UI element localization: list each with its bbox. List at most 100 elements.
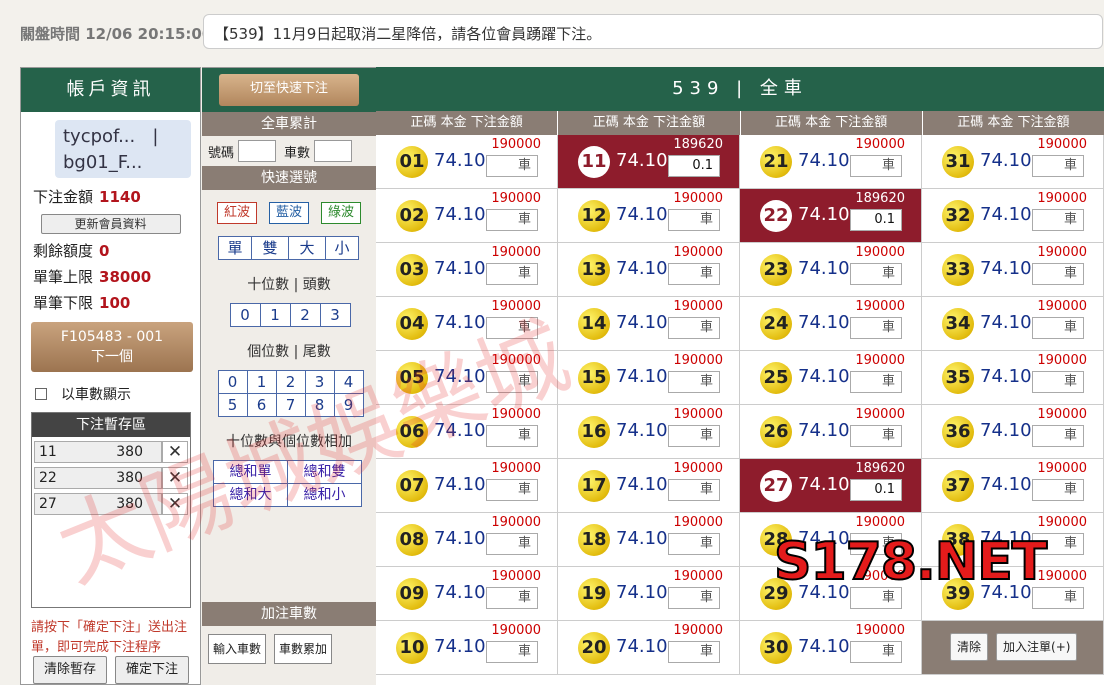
bet-amount-input[interactable]: 車 [850, 371, 902, 393]
number-ball[interactable]: 33 [942, 254, 974, 286]
bet-amount-input[interactable]: 車 [486, 425, 538, 447]
bet-amount-input[interactable]: 車 [850, 263, 902, 285]
number-cell-21[interactable]: 21 74.10 190000 車 [740, 135, 922, 189]
number-ball[interactable]: 26 [760, 416, 792, 448]
number-ball[interactable]: 09 [396, 578, 428, 610]
number-ball[interactable]: 16 [578, 416, 610, 448]
number-ball[interactable]: 37 [942, 470, 974, 502]
units-digit-button[interactable]: 0 [217, 370, 248, 394]
remove-icon[interactable]: ✕ [162, 493, 188, 515]
red-wave-button[interactable]: 紅波 [217, 202, 257, 224]
number-ball[interactable]: 04 [396, 308, 428, 340]
number-ball[interactable]: 27 [760, 470, 792, 502]
units-digit-button[interactable]: 5 [217, 393, 248, 417]
number-cell-16[interactable]: 16 74.10 190000 車 [558, 405, 740, 459]
number-ball[interactable]: 14 [578, 308, 610, 340]
bet-amount-input[interactable]: 車 [486, 533, 538, 555]
number-ball[interactable]: 25 [760, 362, 792, 394]
bet-amount-input[interactable]: 車 [1032, 371, 1084, 393]
bet-amount-input[interactable]: 車 [668, 641, 720, 663]
bet-amount-input[interactable]: 車 [1032, 155, 1084, 177]
number-ball[interactable]: 08 [396, 524, 428, 556]
number-cell-23[interactable]: 23 74.10 190000 車 [740, 243, 922, 297]
number-cell-11[interactable]: 11 74.10 189620 0.1 [558, 135, 740, 189]
bet-amount-input[interactable]: 車 [668, 587, 720, 609]
number-ball[interactable]: 36 [942, 416, 974, 448]
number-ball[interactable]: 05 [396, 362, 428, 394]
number-ball[interactable]: 03 [396, 254, 428, 286]
sum-small-button[interactable]: 總和小 [287, 483, 362, 507]
number-ball[interactable]: 30 [760, 632, 792, 664]
bet-amount-input[interactable]: 車 [1032, 479, 1084, 501]
number-ball[interactable]: 02 [396, 200, 428, 232]
bet-amount-input[interactable]: 車 [668, 263, 720, 285]
bet-amount-input[interactable]: 車 [1032, 425, 1084, 447]
number-ball[interactable]: 22 [760, 200, 792, 232]
number-cell-15[interactable]: 15 74.10 190000 車 [558, 351, 740, 405]
bet-amount-input[interactable]: 車 [668, 479, 720, 501]
number-ball[interactable]: 12 [578, 200, 610, 232]
count-input[interactable] [314, 140, 353, 162]
bet-amount-input[interactable]: 車 [668, 209, 720, 231]
confirm-bet-button[interactable]: 確定下注 [115, 656, 189, 684]
number-ball[interactable]: 24 [760, 308, 792, 340]
bet-amount-input[interactable]: 車 [668, 317, 720, 339]
remove-icon[interactable]: ✕ [162, 467, 188, 489]
number-cell-22[interactable]: 22 74.10 189620 0.1 [740, 189, 922, 243]
number-cell-13[interactable]: 13 74.10 190000 車 [558, 243, 740, 297]
bet-amount-input[interactable]: 車 [486, 371, 538, 393]
number-ball[interactable]: 31 [942, 146, 974, 178]
sum-even-button[interactable]: 總和雙 [287, 460, 362, 484]
bet-amount-input[interactable]: 車 [486, 155, 538, 177]
number-ball[interactable]: 01 [396, 146, 428, 178]
refresh-member-button[interactable]: 更新會員資料 [40, 214, 181, 234]
clear-stash-button[interactable]: 清除暫存 [33, 656, 107, 684]
number-ball[interactable]: 06 [396, 416, 428, 448]
units-digit-button[interactable]: 4 [333, 370, 364, 394]
units-digit-button[interactable]: 9 [333, 393, 364, 417]
bet-amount-input[interactable]: 車 [486, 209, 538, 231]
units-digit-button[interactable]: 8 [304, 393, 335, 417]
number-cell-05[interactable]: 05 74.10 190000 車 [376, 351, 558, 405]
bet-amount-input[interactable]: 車 [1032, 317, 1084, 339]
number-cell-03[interactable]: 03 74.10 190000 車 [376, 243, 558, 297]
bet-amount-input[interactable]: 0.1 [850, 479, 902, 501]
number-ball[interactable]: 32 [942, 200, 974, 232]
number-cell-35[interactable]: 35 74.10 190000 車 [922, 351, 1104, 405]
switch-fast-bet-button[interactable]: 切至快速下注 [219, 74, 359, 106]
bet-amount-input[interactable]: 車 [1032, 263, 1084, 285]
number-cell-33[interactable]: 33 74.10 190000 車 [922, 243, 1104, 297]
units-digit-button[interactable]: 3 [304, 370, 335, 394]
number-ball[interactable]: 10 [396, 632, 428, 664]
bet-amount-input[interactable]: 車 [1032, 209, 1084, 231]
number-ball[interactable]: 15 [578, 362, 610, 394]
odd-button[interactable]: 單 [218, 236, 252, 260]
show-by-count-checkbox[interactable] [35, 388, 47, 400]
number-cell-06[interactable]: 06 74.10 190000 車 [376, 405, 558, 459]
number-cell-09[interactable]: 09 74.10 190000 車 [376, 567, 558, 621]
number-cell-02[interactable]: 02 74.10 190000 車 [376, 189, 558, 243]
bet-amount-input[interactable]: 車 [850, 641, 902, 663]
tens-digit-button[interactable]: 3 [319, 303, 351, 327]
clear-button[interactable]: 清除 [950, 633, 989, 661]
bet-amount-input[interactable]: 車 [850, 425, 902, 447]
units-digit-button[interactable]: 1 [246, 370, 277, 394]
sum-odd-button[interactable]: 總和單 [213, 460, 288, 484]
number-ball[interactable]: 18 [578, 524, 610, 556]
number-cell-36[interactable]: 36 74.10 190000 車 [922, 405, 1104, 459]
number-cell-10[interactable]: 10 74.10 190000 車 [376, 621, 558, 675]
number-cell-04[interactable]: 04 74.10 190000 車 [376, 297, 558, 351]
units-digit-button[interactable]: 2 [275, 370, 306, 394]
green-wave-button[interactable]: 綠波 [321, 202, 361, 224]
number-cell-19[interactable]: 19 74.10 190000 車 [558, 567, 740, 621]
bet-amount-input[interactable]: 0.1 [850, 209, 902, 231]
number-cell-12[interactable]: 12 74.10 190000 車 [558, 189, 740, 243]
number-ball[interactable]: 19 [578, 578, 610, 610]
number-cell-26[interactable]: 26 74.10 190000 車 [740, 405, 922, 459]
bet-amount-input[interactable]: 車 [486, 263, 538, 285]
number-ball[interactable]: 20 [578, 632, 610, 664]
show-by-count-row[interactable]: 以車數顯示 [35, 384, 200, 404]
number-ball[interactable]: 13 [578, 254, 610, 286]
units-digit-button[interactable]: 6 [246, 393, 277, 417]
num-input[interactable] [238, 140, 277, 162]
